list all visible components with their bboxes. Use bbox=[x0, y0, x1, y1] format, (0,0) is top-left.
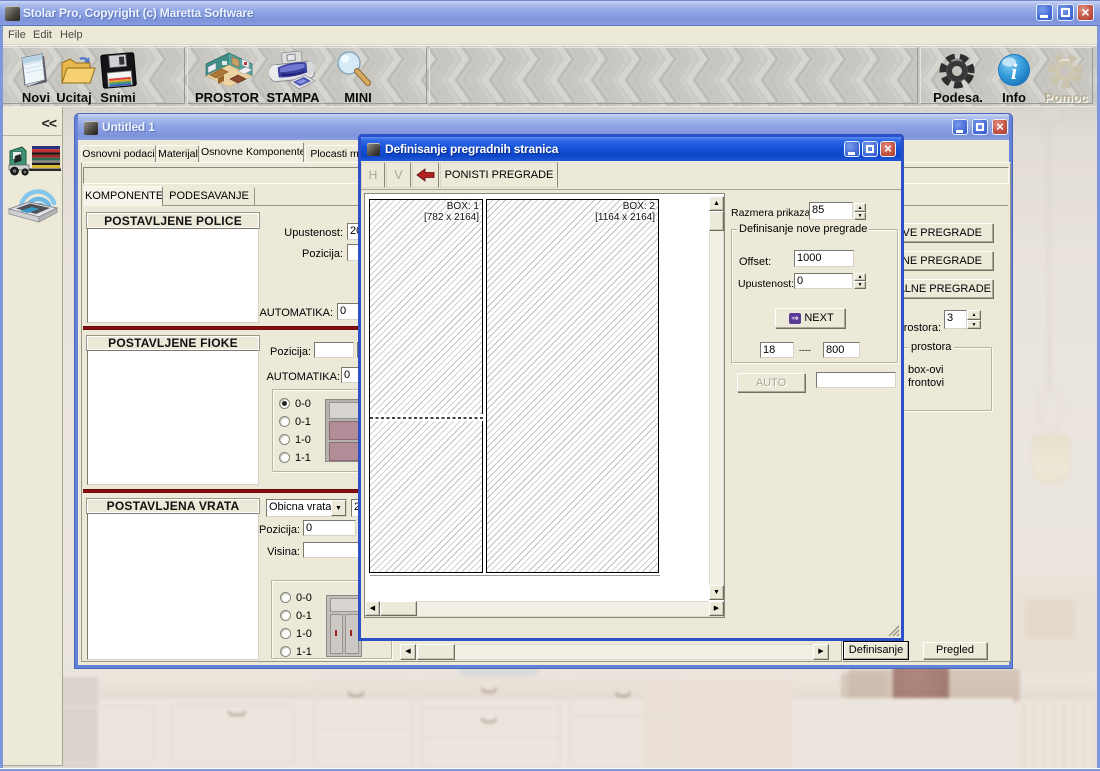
svg-text:i: i bbox=[1011, 59, 1018, 84]
